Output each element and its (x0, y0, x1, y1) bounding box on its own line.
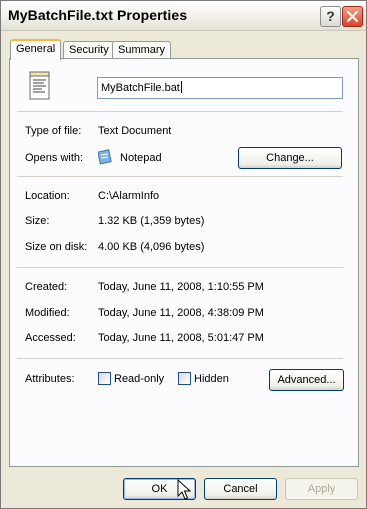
accessed-label: Accessed: (25, 332, 76, 344)
read-only-label[interactable]: Read-only (114, 373, 164, 385)
size-on-disk-value: 4.00 KB (4,096 bytes) (98, 241, 205, 253)
location-label: Location: (25, 190, 70, 202)
separator (17, 267, 343, 268)
modified-value: Today, June 11, 2008, 4:38:09 PM (98, 307, 264, 319)
size-label: Size: (25, 215, 50, 227)
file-name-value: MyBatchFile.bat (101, 82, 180, 94)
type-of-file-label: Type of file: (25, 125, 82, 137)
close-button[interactable] (342, 6, 363, 27)
text-file-icon (29, 71, 50, 100)
apply-button[interactable]: Apply (285, 478, 358, 500)
notepad-icon (98, 149, 112, 165)
created-label: Created: (25, 281, 68, 293)
help-button[interactable]: ? (320, 6, 341, 27)
read-only-checkbox[interactable] (98, 372, 111, 385)
opens-with-label: Opens with: (25, 152, 84, 164)
window-title: MyBatchFile.txt Properties (8, 7, 188, 23)
accessed-value: Today, June 11, 2008, 5:01:47 PM (98, 332, 264, 344)
size-on-disk-label: Size on disk: (25, 241, 88, 253)
tab-security[interactable]: Security (63, 41, 115, 59)
title-bar[interactable]: MyBatchFile.txt Properties ? (1, 1, 366, 31)
close-icon (346, 10, 359, 23)
separator (17, 358, 343, 359)
properties-dialog: MyBatchFile.txt Properties ? General Sec… (0, 0, 367, 509)
cancel-button[interactable]: Cancel (204, 478, 277, 500)
tab-summary[interactable]: Summary (112, 41, 172, 59)
attributes-label: Attributes: (25, 373, 75, 385)
advanced-button[interactable]: Advanced... (269, 369, 344, 391)
hidden-label[interactable]: Hidden (194, 373, 229, 385)
modified-label: Modified: (25, 307, 70, 319)
mouse-pointer-icon (177, 479, 191, 500)
change-button[interactable]: Change... (238, 147, 342, 169)
separator (17, 176, 343, 177)
general-panel (9, 58, 359, 467)
opens-with-value: Notepad (120, 152, 162, 164)
file-name-input[interactable]: MyBatchFile.bat (97, 77, 343, 99)
created-value: Today, June 11, 2008, 1:10:55 PM (98, 281, 264, 293)
tab-general[interactable]: General (10, 39, 62, 60)
separator (17, 111, 343, 112)
type-of-file-value: Text Document (98, 125, 172, 137)
size-value: 1.32 KB (1,359 bytes) (98, 215, 205, 227)
hidden-checkbox[interactable] (178, 372, 191, 385)
location-value: C:\AlarmInfo (98, 190, 160, 202)
